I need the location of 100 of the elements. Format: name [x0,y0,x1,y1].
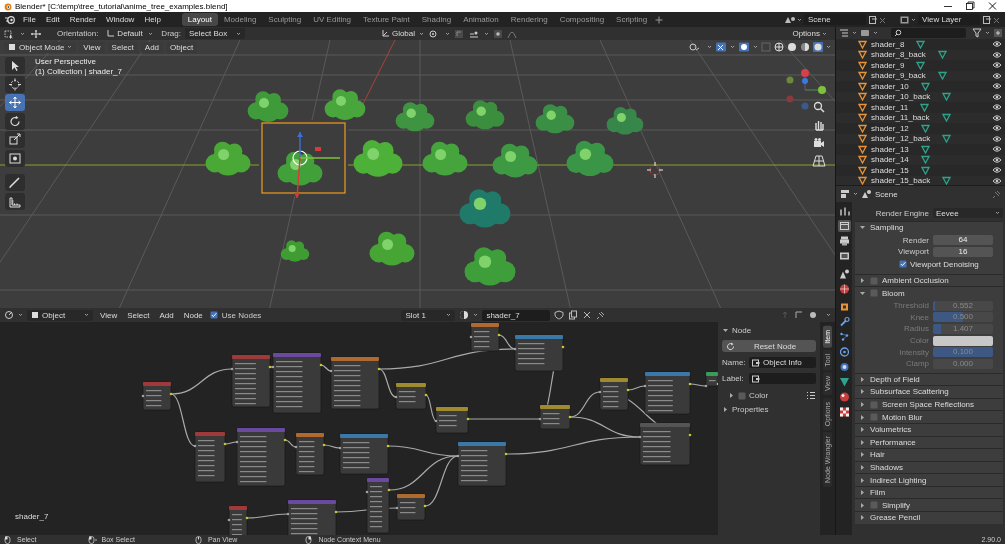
menu-item[interactable]: Add [156,310,177,320]
render-engine-dropdown[interactable]: Eevee [933,208,1003,218]
collapsed-triangle-icon[interactable] [859,401,866,408]
transform-orientation-dropdown[interactable]: Global [376,28,423,39]
eye-icon[interactable] [992,113,1002,122]
collapsed-triangle-icon[interactable] [728,392,735,399]
outliner-item[interactable]: shader_12 [871,123,909,133]
view-layer-icon[interactable] [899,14,911,25]
outliner-item[interactable]: shader_13 [871,144,909,154]
view-layer-field[interactable]: View Layer [918,14,980,25]
parent-node-icon[interactable] [780,310,790,320]
solid-shading-icon[interactable] [787,42,797,52]
workspace-tab[interactable]: Texture Paint [357,13,416,26]
mesh-data-icon[interactable] [937,50,947,60]
workspace-tab[interactable]: Shading [415,13,458,26]
physics-tab-icon[interactable] [837,346,851,358]
workspace-tab[interactable]: Sculpting [262,13,308,26]
workspace-tab[interactable]: Rendering [504,13,554,26]
eye-icon[interactable] [992,40,1002,49]
pan-icon[interactable] [812,118,826,132]
outliner-item[interactable]: shader_11 [871,102,909,112]
eye-icon[interactable] [992,134,1002,143]
mesh-data-icon[interactable] [916,60,926,70]
collapsed-triangle-icon[interactable] [859,464,866,471]
menu-item[interactable]: View [97,310,121,320]
slot-dropdown[interactable]: Slot 1 [401,309,456,321]
eye-icon[interactable] [992,166,1002,175]
menu-item[interactable]: Select [124,310,153,320]
zoom-icon[interactable] [812,100,826,114]
reset-node-button[interactable]: Reset Node [722,340,816,352]
material-icon[interactable] [459,310,470,320]
collapsed-triangle-icon[interactable] [859,514,866,522]
selected-tree-drawing[interactable] [261,122,346,199]
menu-item[interactable]: Render [64,15,101,24]
collapsed-triangle-icon[interactable] [859,413,866,421]
filter-icon[interactable] [972,28,982,38]
eye-icon[interactable] [992,50,1002,59]
menu-item[interactable]: Node [180,310,206,320]
panel-title[interactable]: Color [749,391,769,400]
number-field[interactable]: 64 [933,235,993,246]
shader-type-dropdown[interactable]: Object [27,309,93,321]
camera-icon[interactable] [812,136,826,150]
editor-type-icon[interactable] [4,310,14,320]
mesh-data-icon[interactable] [942,134,952,144]
drag-dropdown[interactable]: Select Box [184,28,245,39]
collapsed-triangle-icon[interactable] [859,501,866,509]
workspace-tab[interactable]: Scripting [610,13,654,26]
proportional-edit-icon[interactable] [492,28,503,39]
material-shading-icon[interactable] [800,42,810,52]
scene-icon[interactable] [783,14,797,25]
unlink-icon[interactable] [582,310,593,320]
menu-item[interactable]: Edit [40,15,65,24]
checkbox[interactable] [209,311,218,319]
collapsed-triangle-icon[interactable] [859,451,866,459]
menu-item[interactable]: File [18,15,41,24]
material-tab-icon[interactable] [837,391,851,403]
eye-icon[interactable] [992,92,1002,101]
collapsed-triangle-icon[interactable] [859,476,866,484]
checkbox[interactable] [738,391,746,400]
scale-tool-icon[interactable] [5,131,25,148]
tool-tab-icon[interactable] [837,205,851,217]
transform-gizmo-icon[interactable] [29,28,43,39]
expanded-triangle-icon[interactable] [859,289,866,297]
collapsed-triangle-icon[interactable] [859,489,866,497]
panel-title[interactable]: Simplify [882,500,910,510]
number-field[interactable]: 16 [933,247,993,257]
move-tool-icon[interactable] [5,94,25,111]
checkbox[interactable] [899,260,907,269]
outliner-item[interactable]: shader_15 [871,165,909,175]
search-field[interactable] [891,28,966,38]
collapsed-triangle-icon[interactable] [859,277,866,285]
checkbox[interactable] [870,501,878,510]
collapsed-triangle-icon[interactable] [859,438,866,446]
eye-icon[interactable] [992,103,1002,112]
collapsed-triangle-icon[interactable] [859,426,866,434]
options-dropdown[interactable]: Options [788,28,831,39]
editor-type-icon[interactable] [840,189,850,199]
panel-title[interactable]: Shadows [870,463,903,472]
view-layer-tab-icon[interactable] [837,250,851,262]
eye-icon[interactable] [992,155,1002,164]
texture-tab-icon[interactable] [837,406,851,418]
preset-list-icon[interactable] [806,391,816,400]
panel-title[interactable]: Properties [732,405,769,414]
name-field[interactable]: Object Info [749,357,816,368]
pin-icon[interactable] [596,310,607,320]
outliner-type-icon[interactable] [839,28,849,38]
eye-icon[interactable] [992,82,1002,91]
checkbox[interactable] [870,400,878,409]
fake-user-icon[interactable] [554,310,565,320]
orientation-dropdown[interactable]: Default [102,28,158,39]
particles-tab-icon[interactable] [837,331,851,343]
panel-title[interactable]: Bloom [882,288,905,298]
workspace-tab[interactable]: Animation [457,13,505,26]
workspace-tab[interactable]: UV Editing [307,13,358,26]
rendered-shading-icon[interactable] [813,42,823,52]
mesh-data-icon[interactable] [920,123,930,133]
checkbox[interactable] [870,276,878,285]
panel-title[interactable]: Node [732,326,752,335]
eye-icon[interactable] [992,145,1002,154]
color-swatch[interactable] [933,335,993,346]
